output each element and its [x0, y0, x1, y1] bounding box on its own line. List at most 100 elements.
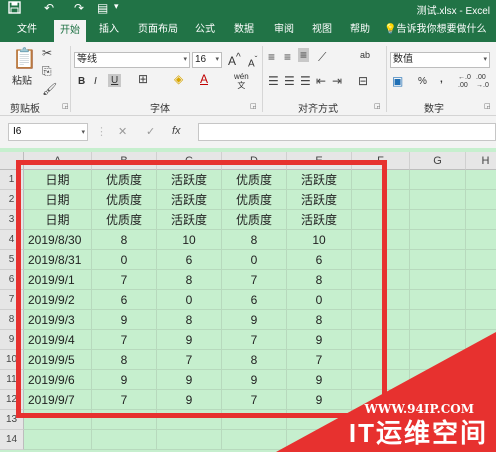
cell[interactable] — [466, 270, 496, 290]
cell[interactable]: 7 — [287, 350, 352, 370]
tab-review[interactable]: 审阅 — [268, 17, 300, 42]
cell[interactable] — [410, 210, 466, 230]
cell[interactable]: 8 — [92, 230, 157, 250]
cell[interactable]: 2019/9/3 — [24, 310, 92, 330]
cell[interactable] — [352, 350, 410, 370]
cell[interactable]: 0 — [92, 250, 157, 270]
alignment-launcher-icon[interactable]: ◲ — [374, 102, 381, 110]
cell[interactable] — [410, 390, 466, 410]
copy-icon[interactable]: ⎘ — [42, 64, 52, 79]
cell[interactable] — [466, 190, 496, 210]
tab-view[interactable]: 视图 — [306, 17, 338, 42]
cell[interactable] — [92, 430, 157, 450]
row-header[interactable]: 7 — [0, 290, 24, 310]
font-name-select[interactable]: 等线 ▾ — [74, 52, 190, 68]
row-header[interactable]: 11 — [0, 370, 24, 390]
row-header[interactable]: 8 — [0, 310, 24, 330]
number-format-select[interactable]: 数值 ▾ — [390, 52, 490, 68]
cell[interactable]: 0 — [222, 250, 287, 270]
cell[interactable] — [352, 270, 410, 290]
cell[interactable]: 8 — [287, 270, 352, 290]
cell[interactable]: 2019/8/30 — [24, 230, 92, 250]
cell[interactable]: 9 — [287, 390, 352, 410]
name-box[interactable]: I6 ▾ — [8, 123, 88, 141]
phonetic-guide-icon[interactable]: wén 文 — [234, 72, 249, 90]
cell[interactable] — [466, 390, 496, 410]
row-header[interactable]: 2 — [0, 190, 24, 210]
cell[interactable] — [466, 310, 496, 330]
column-header-h[interactable]: H — [466, 152, 496, 170]
cell[interactable]: 9 — [157, 390, 222, 410]
paste-button[interactable]: 粘贴 — [12, 72, 32, 87]
percent-style-button[interactable]: % — [418, 76, 427, 87]
cell[interactable] — [410, 230, 466, 250]
cell[interactable] — [352, 190, 410, 210]
align-top-icon[interactable]: ≡ — [268, 50, 275, 64]
cell[interactable] — [352, 370, 410, 390]
cell[interactable] — [466, 430, 496, 450]
format-painter-icon[interactable]: 🖌 — [42, 82, 57, 96]
cut-icon[interactable]: ✂ — [42, 46, 52, 60]
cell[interactable]: 7 — [222, 270, 287, 290]
cell[interactable] — [352, 330, 410, 350]
tab-insert[interactable]: 插入 — [94, 17, 124, 42]
cell[interactable] — [466, 210, 496, 230]
row-header[interactable]: 9 — [0, 330, 24, 350]
cell[interactable]: 9 — [222, 310, 287, 330]
cell[interactable] — [410, 170, 466, 190]
cell[interactable]: 2019/9/1 — [24, 270, 92, 290]
tab-data[interactable]: 数据 — [228, 17, 260, 42]
cell[interactable]: 7 — [92, 270, 157, 290]
cell[interactable]: 2019/8/31 — [24, 250, 92, 270]
cell[interactable]: 8 — [287, 310, 352, 330]
cell[interactable] — [410, 350, 466, 370]
row-header[interactable]: 14 — [0, 430, 24, 450]
align-left-icon[interactable]: ☰ — [268, 74, 279, 88]
cell[interactable] — [24, 410, 92, 430]
row-header[interactable]: 5 — [0, 250, 24, 270]
cell[interactable] — [352, 210, 410, 230]
cell[interactable] — [222, 410, 287, 430]
cell[interactable]: 8 — [222, 350, 287, 370]
cell[interactable]: 2019/9/6 — [24, 370, 92, 390]
cell[interactable]: 8 — [157, 310, 222, 330]
cell[interactable]: 7 — [92, 390, 157, 410]
italic-button[interactable]: I — [94, 76, 97, 87]
cell[interactable] — [92, 410, 157, 430]
increase-indent-icon[interactable]: ⇥ — [332, 74, 342, 88]
cell[interactable]: 活跃度 — [287, 170, 352, 190]
cell[interactable] — [410, 190, 466, 210]
grow-font-button[interactable]: A^ — [228, 52, 241, 68]
column-header-f[interactable]: F — [352, 152, 410, 170]
cell[interactable]: 9 — [287, 330, 352, 350]
cell[interactable]: 6 — [287, 250, 352, 270]
bold-button[interactable]: B — [78, 76, 85, 87]
cell[interactable] — [352, 170, 410, 190]
cell[interactable] — [466, 250, 496, 270]
decrease-indent-icon[interactable]: ⇤ — [316, 74, 326, 88]
column-header-d[interactable]: D — [222, 152, 287, 170]
cell[interactable]: 6 — [92, 290, 157, 310]
cell[interactable] — [410, 430, 466, 450]
cell[interactable]: 8 — [157, 270, 222, 290]
cell[interactable]: 优质度 — [222, 210, 287, 230]
cell[interactable]: 6 — [222, 290, 287, 310]
increase-decimal-button[interactable]: ←.0 .00 — [458, 74, 472, 90]
cell[interactable]: 9 — [92, 310, 157, 330]
font-launcher-icon[interactable]: ◲ — [250, 102, 257, 110]
row-header[interactable]: 4 — [0, 230, 24, 250]
cell[interactable] — [466, 410, 496, 430]
form-icon[interactable]: ▤ — [97, 1, 108, 15]
row-header[interactable]: 10 — [0, 350, 24, 370]
cell[interactable] — [24, 430, 92, 450]
cell[interactable] — [157, 430, 222, 450]
insert-function-icon[interactable]: fx — [172, 125, 181, 137]
cell[interactable] — [352, 410, 410, 430]
comma-style-button[interactable]: , — [440, 74, 443, 85]
row-header[interactable]: 6 — [0, 270, 24, 290]
cell[interactable]: 10 — [157, 230, 222, 250]
cell[interactable] — [410, 290, 466, 310]
select-all-corner[interactable] — [0, 152, 24, 170]
tell-me-box[interactable]: 💡告诉我你想要做什么 — [384, 17, 496, 42]
cell[interactable]: 活跃度 — [157, 190, 222, 210]
